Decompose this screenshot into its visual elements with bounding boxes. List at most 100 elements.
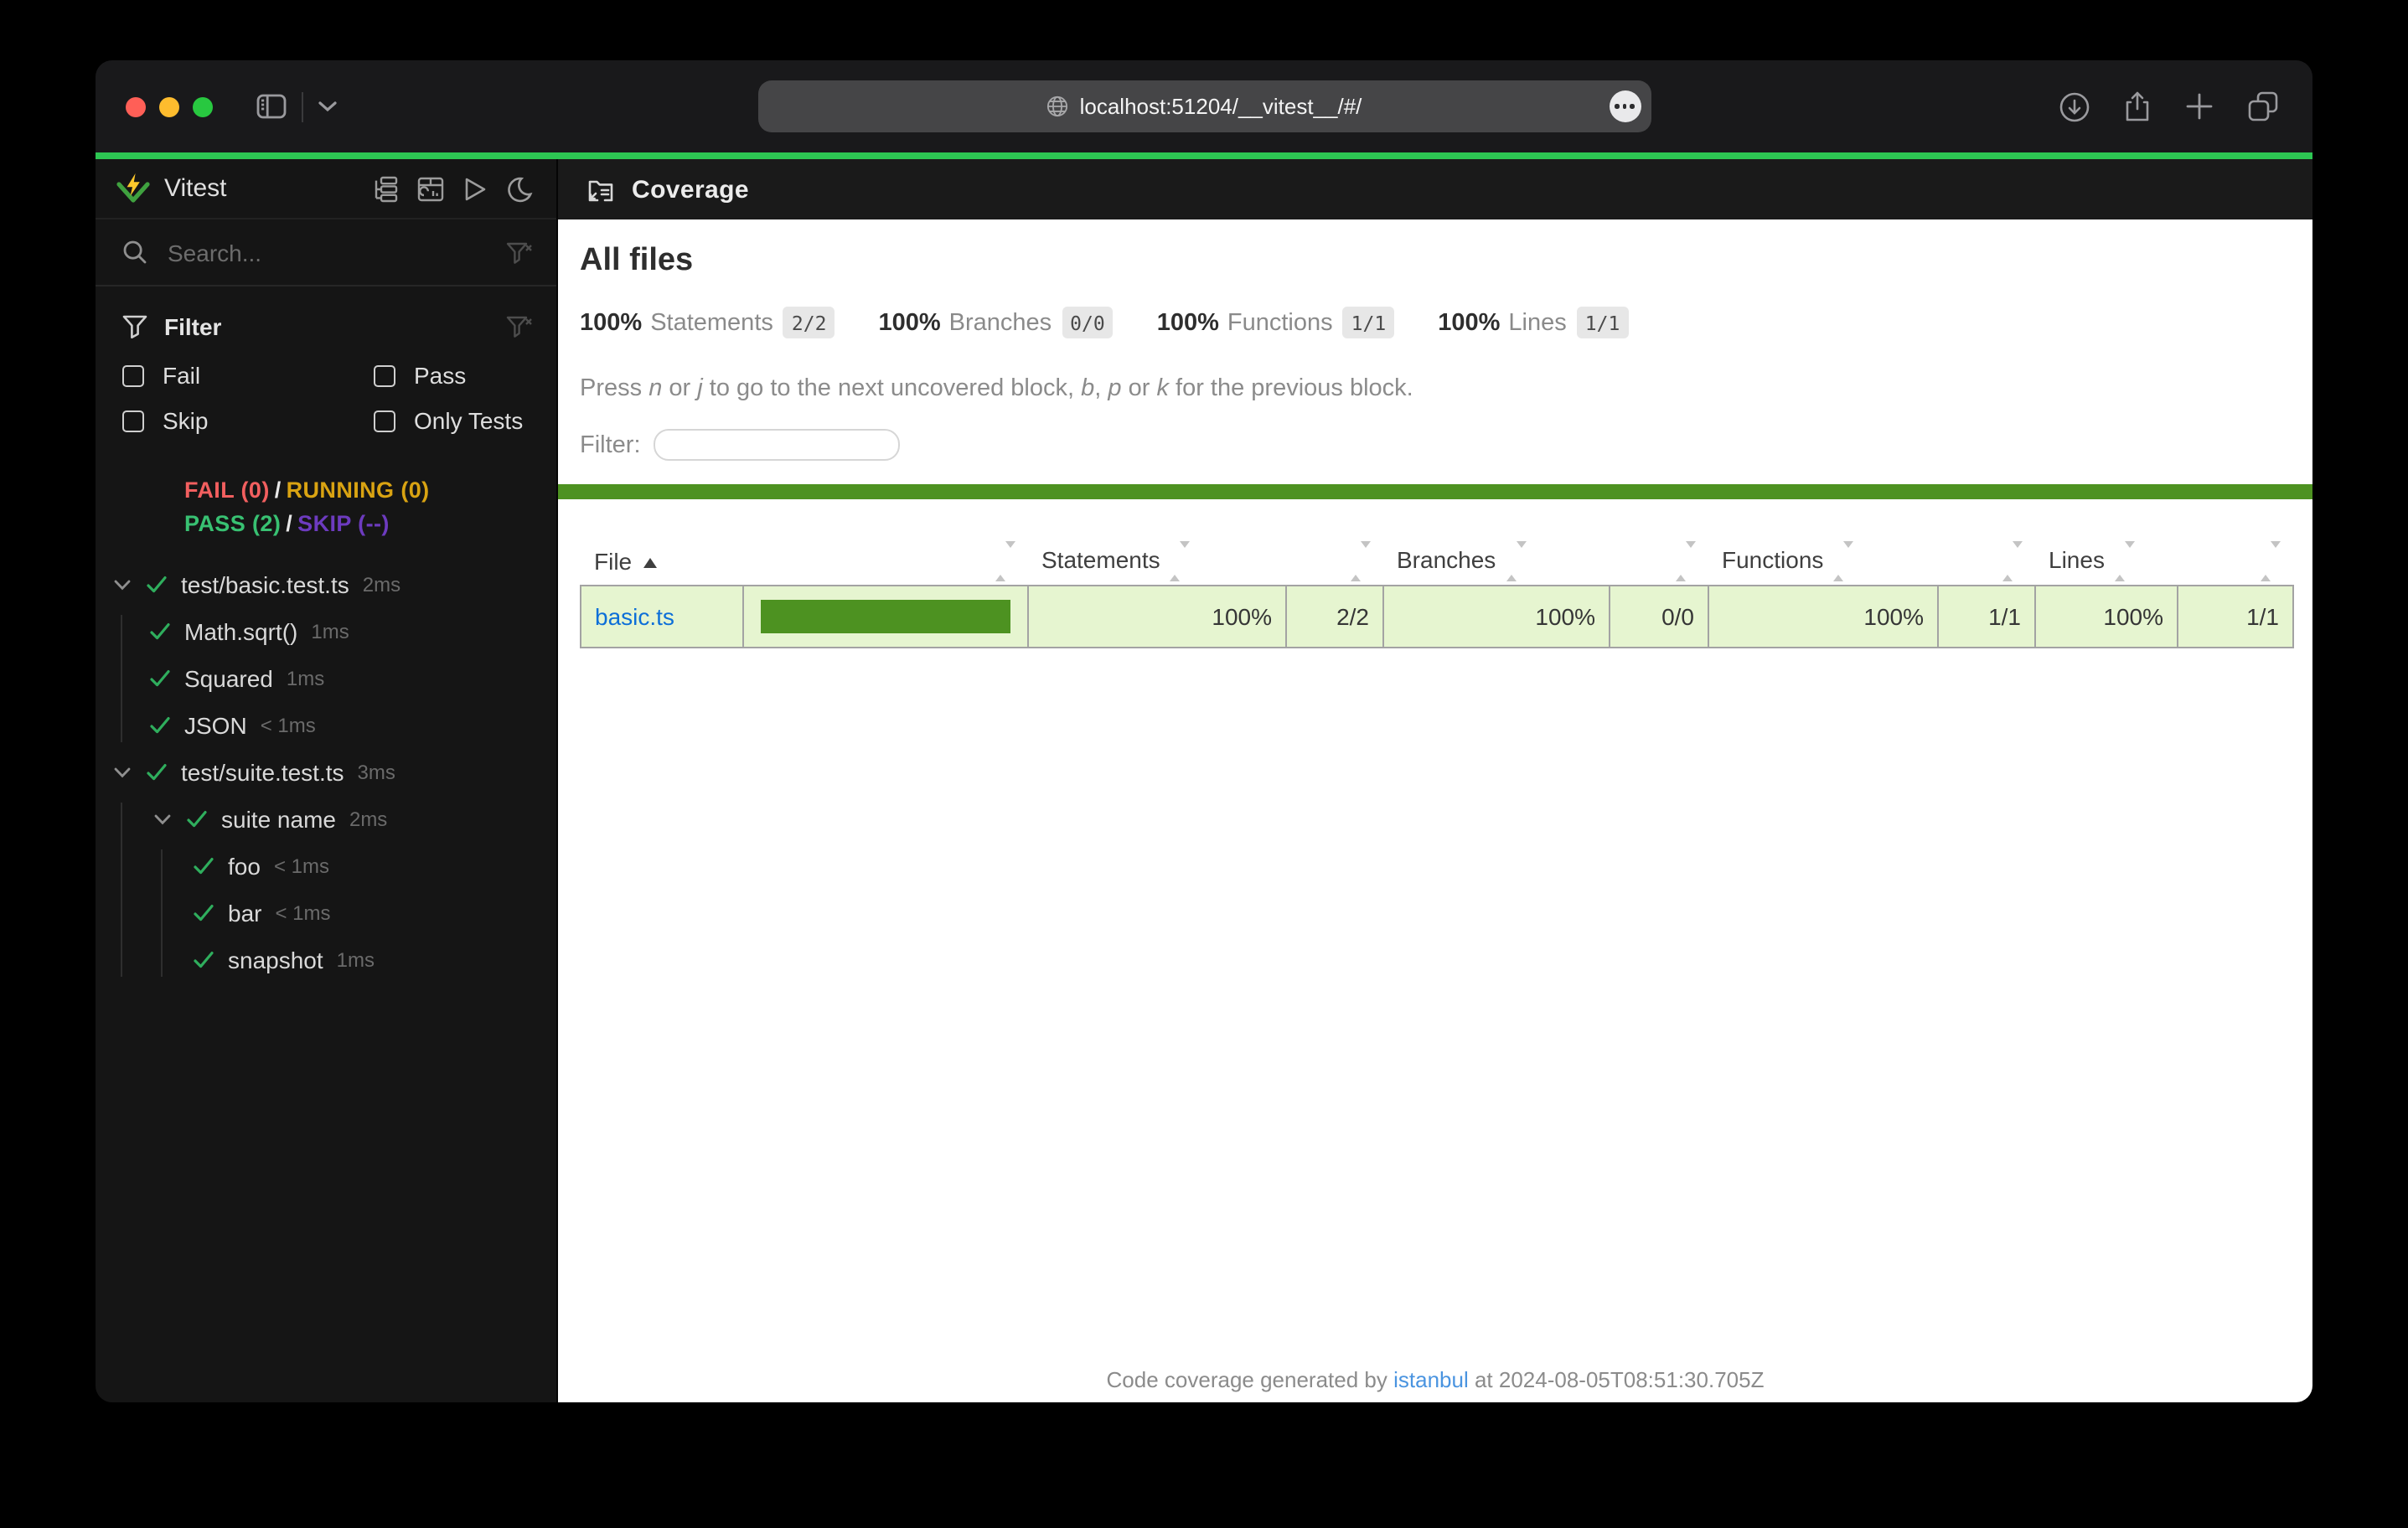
run-all-icon[interactable]: [462, 175, 488, 202]
new-tab-icon[interactable]: [2185, 92, 2214, 121]
coverage-header: Coverage: [558, 159, 2312, 219]
dark-mode-toggle-icon[interactable]: [506, 175, 533, 202]
column-header-functions-raw[interactable]: [1938, 536, 2035, 586]
stat-fraction-badge: 0/0: [1062, 307, 1114, 338]
sort-icon: [2002, 549, 2022, 576]
keyboard-hint: Press n or j to go to the next uncovered…: [580, 375, 2291, 402]
file-cell: basic.ts: [581, 586, 743, 648]
checkbox-icon[interactable]: [374, 364, 395, 386]
pass-check-icon: [149, 715, 171, 736]
chevron-down-icon[interactable]: [114, 578, 131, 591]
pass-check-icon: [149, 622, 171, 642]
tab-overview-icon[interactable]: [2247, 90, 2279, 122]
sort-icon: [995, 549, 1015, 576]
test-tree-view-icon[interactable]: [372, 175, 399, 202]
checkbox-icon[interactable]: [122, 410, 144, 431]
checkbox-icon[interactable]: [122, 364, 144, 386]
clear-filter-icon[interactable]: [506, 315, 533, 338]
tree-item-test[interactable]: Squared 1ms: [96, 655, 556, 702]
stat-branches: 100%Branches0/0: [878, 307, 1113, 338]
sort-asc-icon: [643, 558, 657, 568]
test-run-summary: FAIL (0)/RUNNING (0) PASS (2)/SKIP (--): [96, 474, 556, 541]
tree-item-test[interactable]: snapshot 1ms: [96, 937, 556, 983]
istanbul-link[interactable]: istanbul: [1393, 1367, 1469, 1392]
table-row: basic.ts 100% 2/2 100% 0/0 100% 1/1 100%…: [581, 586, 2293, 648]
toolbar-left-group: [256, 91, 337, 121]
browser-toolbar: localhost:51204/__vitest__/#/: [96, 60, 2312, 152]
branches-pct-cell: 100%: [1383, 586, 1610, 648]
minimize-window-button[interactable]: [159, 96, 179, 116]
sidebar-toggle-icon[interactable]: [256, 94, 287, 119]
summary-line-1: FAIL (0)/RUNNING (0): [184, 474, 556, 508]
sidebar-header: Vitest: [96, 159, 556, 219]
file-filter-row: Filter:: [580, 429, 2291, 461]
filter-checkbox-pass[interactable]: Pass: [374, 362, 533, 389]
tree-item-file[interactable]: test/basic.test.ts 2ms: [96, 561, 556, 608]
coverage-folder-icon: [586, 177, 615, 202]
sidebar-header-icons: [372, 175, 533, 202]
downloads-icon[interactable]: [2059, 91, 2090, 121]
app-title: Vitest: [164, 174, 227, 203]
url-text: localhost:51204/__vitest__/#/: [1080, 94, 1362, 119]
lines-raw-cell: 1/1: [2178, 586, 2293, 648]
tree-item-test[interactable]: foo < 1ms: [96, 843, 556, 890]
pass-check-icon: [193, 950, 214, 970]
filter-checkbox-only-tests[interactable]: Only Tests: [374, 407, 533, 434]
column-header-branches[interactable]: Branches: [1383, 536, 1610, 586]
tree-item-file[interactable]: test/suite.test.ts 3ms: [96, 749, 556, 796]
filter-checkbox-skip[interactable]: Skip: [122, 407, 374, 434]
column-header-file[interactable]: File: [581, 536, 743, 586]
page-settings-button[interactable]: [1609, 90, 1641, 122]
screenshot-root: localhost:51204/__vitest__/#/: [0, 0, 2408, 1528]
stat-fraction-badge: 1/1: [1343, 307, 1395, 338]
browser-window: localhost:51204/__vitest__/#/: [96, 60, 2312, 1402]
file-link[interactable]: basic.ts: [595, 604, 674, 631]
zoom-window-button[interactable]: [193, 96, 213, 116]
clear-search-filter-icon[interactable]: [506, 240, 533, 264]
toolbar-divider: [302, 91, 303, 121]
chevron-down-icon[interactable]: [154, 813, 171, 826]
filter-header: Filter: [122, 307, 533, 347]
tree-item-test[interactable]: JSON < 1ms: [96, 702, 556, 749]
statements-raw-cell: 2/2: [1286, 586, 1383, 648]
column-header-lines-raw[interactable]: [2178, 536, 2293, 586]
column-header-statements-raw[interactable]: [1286, 536, 1383, 586]
sort-icon: [1170, 549, 1191, 576]
tree-item-test[interactable]: Math.sqrt() 1ms: [96, 608, 556, 655]
coverage-bar-cell: [743, 586, 1028, 648]
share-icon[interactable]: [2123, 90, 2152, 122]
filter-section: Filter Fail: [96, 286, 556, 441]
column-header-statements[interactable]: Statements: [1028, 536, 1286, 586]
filter-title: Filter: [164, 313, 221, 340]
column-header-chart[interactable]: [743, 536, 1028, 586]
test-tree: test/basic.test.ts 2ms Math.sqrt() 1ms: [96, 561, 556, 1402]
coverage-bar-fill: [761, 601, 1011, 634]
stat-fraction-badge: 2/2: [783, 307, 835, 338]
filter-checkbox-fail[interactable]: Fail: [122, 362, 374, 389]
search-input[interactable]: [164, 237, 489, 267]
column-header-lines[interactable]: Lines: [2035, 536, 2178, 586]
checkbox-icon[interactable]: [374, 410, 395, 431]
sort-icon: [1350, 549, 1370, 576]
column-header-branches-raw[interactable]: [1610, 536, 1708, 586]
branches-raw-cell: 0/0: [1610, 586, 1708, 648]
close-window-button[interactable]: [126, 96, 146, 116]
column-header-functions[interactable]: Functions: [1708, 536, 1938, 586]
globe-icon: [1046, 96, 1068, 117]
page-title: All files: [580, 243, 2291, 280]
functions-raw-cell: 1/1: [1938, 586, 2035, 648]
chevron-down-icon[interactable]: [114, 766, 131, 779]
vitest-logo-icon: [116, 172, 151, 205]
pass-check-icon: [193, 903, 214, 923]
filter-options: Fail Pass Skip Only Tests: [122, 362, 533, 434]
tree-item-suite[interactable]: suite name 2ms: [96, 796, 556, 843]
main-panel: Coverage All files 100%Statements2/2 100…: [558, 159, 2312, 1402]
sidebar-menu-chevron-icon[interactable]: [318, 101, 337, 112]
file-filter-input[interactable]: [654, 429, 901, 461]
accent-green-line: [96, 152, 2312, 159]
address-bar[interactable]: localhost:51204/__vitest__/#/: [757, 80, 1651, 132]
sort-icon: [1675, 549, 1695, 576]
stat-fraction-badge: 1/1: [1577, 307, 1629, 338]
tree-item-test[interactable]: bar < 1ms: [96, 890, 556, 937]
dashboard-report-icon[interactable]: [417, 175, 444, 202]
